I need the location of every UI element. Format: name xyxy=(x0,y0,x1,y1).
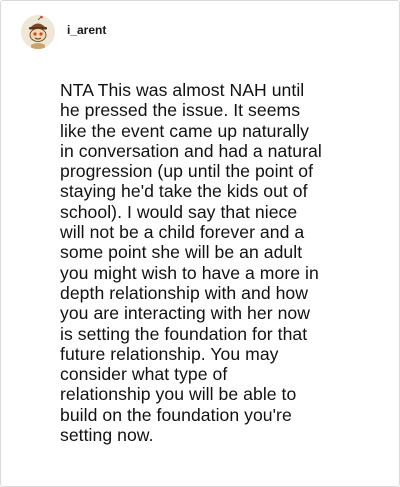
snoo-avatar-icon xyxy=(21,15,55,49)
comment-card: i_arent NTA This was almost NAH until he… xyxy=(0,0,400,487)
comment-header: i_arent xyxy=(21,15,106,49)
avatar[interactable] xyxy=(21,15,55,49)
comment-body: NTA This was almost NAH until he pressed… xyxy=(60,80,322,446)
username[interactable]: i_arent xyxy=(67,23,106,37)
